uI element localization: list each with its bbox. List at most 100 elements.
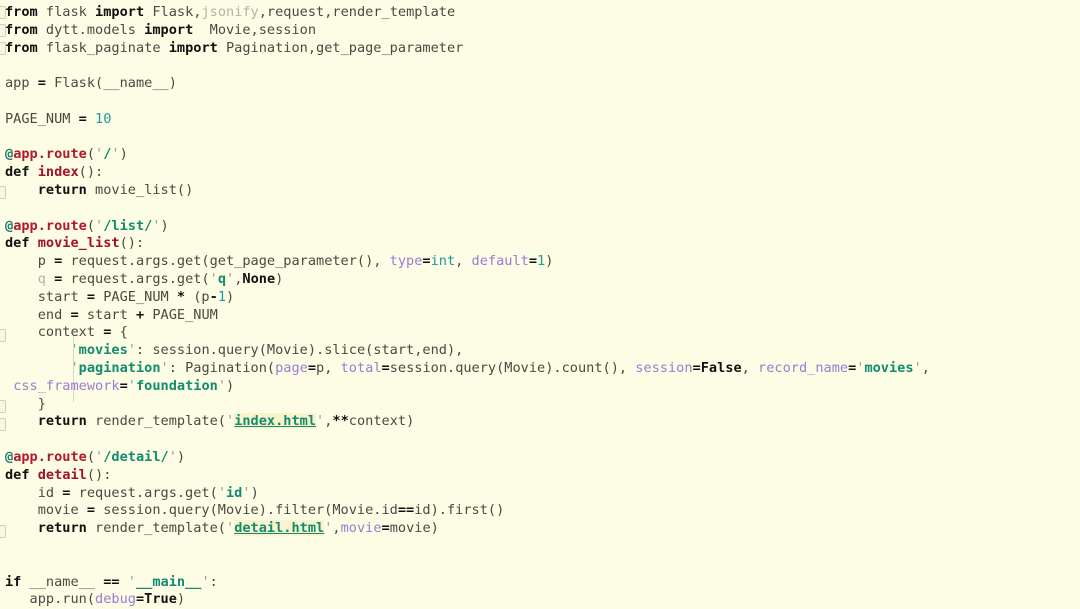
token-template-path[interactable]: detail.html xyxy=(234,520,325,537)
code-line[interactable]: def index(): xyxy=(5,164,1080,182)
code-line[interactable]: from flask import Flask,jsonify,request,… xyxy=(5,4,1080,22)
token-keyword-argument: default xyxy=(471,253,529,270)
code-line[interactable]: PAGE_NUM = 10 xyxy=(5,111,1080,129)
token-keyword-argument: record_name xyxy=(758,359,849,376)
token-operator: = xyxy=(692,359,701,376)
code-line[interactable]: 'pagination': Pagination(page=p, total=s… xyxy=(5,360,1080,378)
token-text: ) xyxy=(119,146,128,163)
token-text: movie_list() xyxy=(86,181,194,198)
token-operator: = xyxy=(307,359,317,376)
token-text: , xyxy=(332,520,341,537)
code-line[interactable]: if __name__ == '__main__': xyxy=(5,574,1080,592)
token-keyword: from xyxy=(5,39,38,56)
code-line[interactable]: } xyxy=(5,396,1080,414)
token-operator: = xyxy=(70,306,79,323)
token-keyword: from xyxy=(5,21,38,38)
token-decorator-at: @ xyxy=(5,448,14,465)
token-function-name: movie_list xyxy=(37,235,120,252)
code-line[interactable]: def movie_list(): xyxy=(5,235,1080,253)
token-quote: ' xyxy=(160,359,169,376)
code-line[interactable]: id = request.args.get('id') xyxy=(5,485,1080,503)
token-text: ) xyxy=(226,288,235,305)
code-line[interactable]: start = PAGE_NUM * (p-1) xyxy=(5,289,1080,307)
code-line[interactable]: @app.route('/') xyxy=(5,146,1080,164)
token-keyword: def xyxy=(5,164,30,181)
code-line[interactable]: end = start + PAGE_NUM xyxy=(5,307,1080,325)
token-operator: = xyxy=(528,253,538,270)
token-text: ) xyxy=(275,270,284,287)
token-text: (p xyxy=(185,288,210,305)
token-text: request.args.get( xyxy=(62,270,210,287)
token-quote: ' xyxy=(95,448,104,465)
token-quote: ' xyxy=(226,520,235,537)
token-template-path[interactable]: index.html xyxy=(234,413,317,430)
token-function-name: detail xyxy=(37,466,87,483)
token-quote: ' xyxy=(127,377,136,394)
code-line-blank[interactable] xyxy=(5,556,1080,574)
token-text: context) xyxy=(348,413,415,430)
code-line[interactable]: from dytt.models import Movie,session xyxy=(5,22,1080,40)
token-text: render_template( xyxy=(86,413,226,430)
code-line[interactable]: @app.route('/list/') xyxy=(5,218,1080,236)
token-string: foundation xyxy=(135,377,218,394)
token-text: { xyxy=(111,324,128,341)
token-text: ) xyxy=(250,484,259,501)
token-string: id xyxy=(226,484,243,501)
token-string: /detail/ xyxy=(103,448,169,465)
token-text: render_template( xyxy=(86,520,226,537)
token-text: ) xyxy=(226,377,235,394)
code-editor-canvas[interactable]: from flask import Flask,jsonify,request,… xyxy=(0,0,1080,607)
code-line-blank[interactable] xyxy=(5,431,1080,449)
token-text: , xyxy=(455,253,472,270)
token-keyword: return xyxy=(37,181,87,198)
code-line[interactable]: 'movies': session.query(Movie).slice(sta… xyxy=(5,342,1080,360)
token-operator: = xyxy=(381,520,390,537)
token-text: : Pagination( xyxy=(168,359,276,376)
code-line-blank[interactable] xyxy=(5,57,1080,75)
token-number: 10 xyxy=(95,110,112,127)
token-quote: ' xyxy=(226,270,235,287)
token-quote: ' xyxy=(127,573,136,590)
code-line[interactable]: context = { xyxy=(5,324,1080,342)
token-quote: ' xyxy=(209,270,218,287)
token-string: movies xyxy=(78,342,128,359)
token-quote: ' xyxy=(111,146,120,163)
token-text: request.args.get(get_page_parameter(), xyxy=(62,253,390,270)
token-function-name: index xyxy=(37,164,79,181)
code-line-blank[interactable] xyxy=(5,538,1080,556)
token-quote: ' xyxy=(70,359,79,376)
token-operator: ** xyxy=(332,413,349,430)
code-line-blank[interactable] xyxy=(5,129,1080,147)
token-quote: ' xyxy=(152,217,161,234)
code-lines-container[interactable]: from flask import Flask,jsonify,request,… xyxy=(0,0,1080,609)
token-unused-import: jsonify xyxy=(201,4,259,20)
code-line[interactable]: app.run(debug=True) xyxy=(5,591,1080,609)
code-line[interactable]: movie = session.query(Movie).filter(Movi… xyxy=(5,502,1080,520)
code-line[interactable]: css_framework='foundation') xyxy=(5,378,1080,396)
code-line[interactable]: from flask_paginate import Pagination,ge… xyxy=(5,40,1080,58)
code-line[interactable]: return render_template('detail.html',mov… xyxy=(5,520,1080,538)
code-line[interactable]: @app.route('/detail/') xyxy=(5,449,1080,467)
code-line[interactable]: app = Flask(__name__) xyxy=(5,75,1080,93)
token-text: (): xyxy=(86,466,112,483)
token-text: ( xyxy=(86,146,96,163)
code-line[interactable]: p = request.args.get(get_page_parameter(… xyxy=(5,253,1080,271)
token-text: PAGE_NUM xyxy=(144,306,218,323)
token-text: movie xyxy=(5,502,87,519)
token-text: ) xyxy=(176,448,186,465)
token-number: 1 xyxy=(537,253,546,270)
token-quote: ' xyxy=(168,448,177,465)
token-operator: = xyxy=(381,359,390,376)
token-text: , xyxy=(921,359,930,376)
token-text: Flask, xyxy=(144,4,202,20)
code-line[interactable]: return render_template('index.html',**co… xyxy=(5,413,1080,431)
code-line[interactable]: def detail(): xyxy=(5,467,1080,485)
code-line-blank[interactable] xyxy=(5,200,1080,218)
code-line[interactable]: q = request.args.get('q',None) xyxy=(5,271,1080,289)
code-line[interactable]: return movie_list() xyxy=(5,182,1080,200)
code-line-blank[interactable] xyxy=(5,93,1080,111)
